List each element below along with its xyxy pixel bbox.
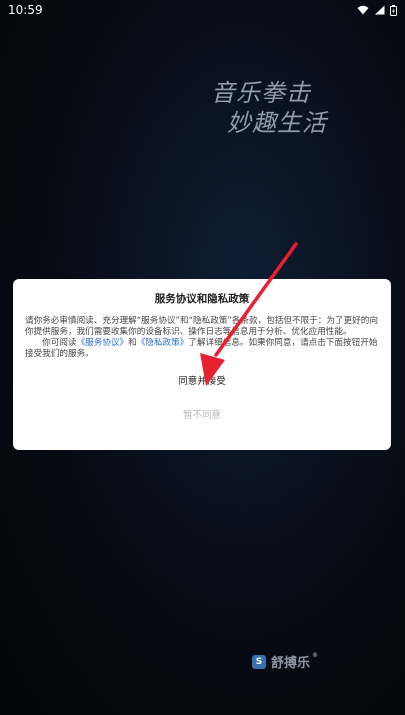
background-slogan: 音乐拳击 妙趣生活 bbox=[211, 78, 345, 138]
paragraph-2-prefix: 你可阅读 bbox=[42, 338, 77, 348]
brand-registered-mark: ® bbox=[312, 652, 319, 659]
status-time: 10:59 bbox=[8, 3, 43, 17]
dialog-paragraph-1: 请你务必审慎阅读、充分理解“服务协议”和“隐私政策”各条款，包括但不限于：为了更… bbox=[25, 316, 378, 337]
dialog-body: 请你务必审慎阅读、充分理解“服务协议”和“隐私政策”各条款，包括但不限于：为了更… bbox=[25, 316, 379, 360]
battery-icon bbox=[390, 4, 397, 16]
dialog-paragraph-2: 你可阅读《服务协议》和《隐私政策》了解详细信息。如果你同意，请点击下面按钮开始接… bbox=[25, 338, 379, 360]
slogan-line-1: 音乐拳击 bbox=[211, 79, 311, 107]
paragraph-2-and: 和 bbox=[128, 338, 137, 348]
status-bar: 10:59 bbox=[0, 0, 405, 20]
brand-logo: S 舒搏乐 ® bbox=[252, 652, 318, 671]
service-agreement-link[interactable]: 《服务协议》 bbox=[77, 338, 129, 348]
privacy-dialog: 服务协议和隐私政策 请你务必审慎阅读、充分理解“服务协议”和“隐私政策”各条款，… bbox=[13, 279, 391, 450]
brand-name: 舒搏乐 bbox=[271, 656, 311, 671]
brand-logo-icon: S bbox=[252, 654, 266, 669]
decline-button[interactable]: 暂不同意 bbox=[152, 406, 252, 422]
privacy-policy-link[interactable]: 《隐私政策》 bbox=[137, 338, 189, 348]
dialog-title: 服务协议和隐私政策 bbox=[154, 293, 250, 305]
agree-button[interactable]: 同意并接受 bbox=[152, 372, 252, 388]
wifi-icon bbox=[357, 5, 369, 15]
status-icons bbox=[357, 4, 397, 16]
slogan-line-2: 妙趣生活 bbox=[227, 109, 327, 137]
signal-icon bbox=[375, 5, 385, 15]
